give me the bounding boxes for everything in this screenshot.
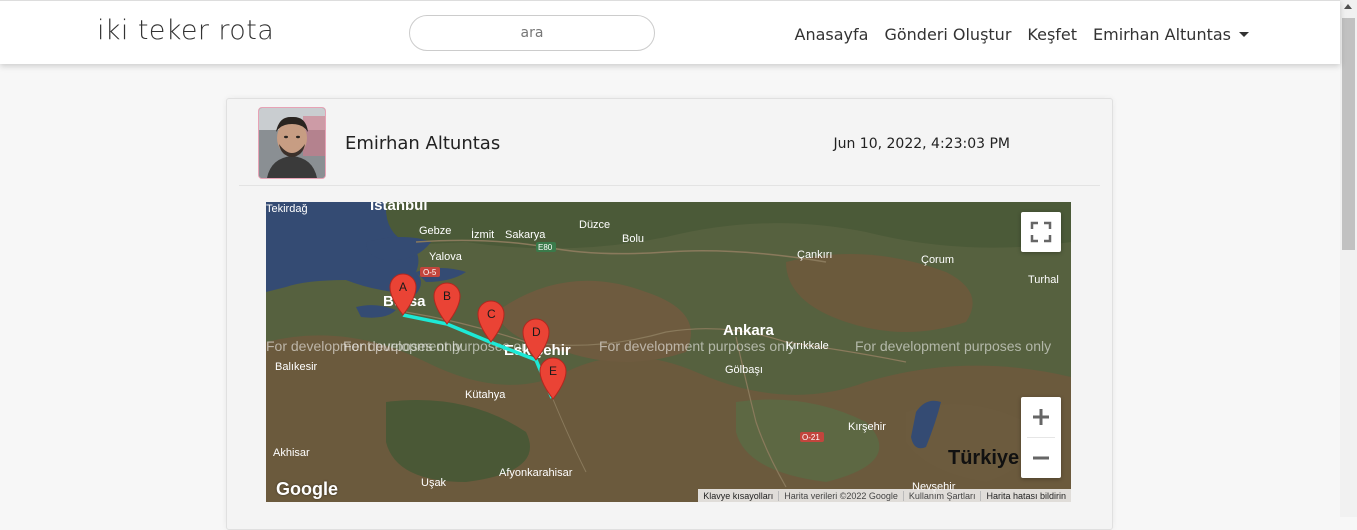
svg-text:E80: E80 xyxy=(538,243,553,252)
map-data-credit: Harita verileri ©2022 Google xyxy=(778,490,903,501)
zoom-out-button[interactable] xyxy=(1021,438,1061,478)
svg-text:İzmit: İzmit xyxy=(471,228,494,241)
map-watermark-3: For development purposes only xyxy=(599,338,795,354)
fullscreen-button[interactable] xyxy=(1021,212,1061,252)
svg-text:C: C xyxy=(487,307,496,321)
scroll-up-arrow-icon[interactable] xyxy=(1344,4,1352,9)
nav-links: Anasayfa Gönderi Oluştur Keşfet Emirhan … xyxy=(795,25,1249,44)
fullscreen-icon xyxy=(1030,221,1052,243)
plus-icon xyxy=(1033,409,1049,425)
svg-text:Çorum: Çorum xyxy=(921,254,954,266)
nav-home-link[interactable]: Anasayfa xyxy=(795,25,869,44)
svg-text:Kütahya: Kütahya xyxy=(465,389,506,401)
svg-text:Tekirdağ: Tekirdağ xyxy=(266,203,308,215)
svg-text:Afyonkarahisar: Afyonkarahisar xyxy=(499,467,573,479)
user-menu-dropdown[interactable]: Emirhan Altuntas xyxy=(1093,25,1249,44)
svg-text:E: E xyxy=(549,364,557,378)
map-attribution: Klavye kısayolları Harita verileri ©2022… xyxy=(698,489,1071,502)
svg-text:Gölbaşı: Gölbaşı xyxy=(725,364,763,376)
svg-text:Balıkesir: Balıkesir xyxy=(275,361,318,373)
post-author-name[interactable]: Emirhan Altuntas xyxy=(345,133,500,154)
svg-text:Sakarya: Sakarya xyxy=(505,229,546,241)
minus-icon xyxy=(1033,456,1049,460)
divider xyxy=(239,185,1100,186)
svg-text:Ankara: Ankara xyxy=(723,322,775,339)
svg-text:Akhisar: Akhisar xyxy=(273,447,310,459)
nav-explore-link[interactable]: Keşfet xyxy=(1027,25,1077,44)
map-watermark-4: For development purposes only xyxy=(855,338,1051,354)
zoom-control xyxy=(1021,397,1061,478)
google-logo[interactable]: Google xyxy=(276,479,338,500)
avatar[interactable] xyxy=(258,107,326,179)
svg-text:Gebze: Gebze xyxy=(419,225,451,237)
svg-text:Uşak: Uşak xyxy=(421,477,447,489)
navbar: iki teker rota Anasayfa Gönderi Oluştur … xyxy=(0,0,1340,64)
post-timestamp: Jun 10, 2022, 4:23:03 PM xyxy=(833,136,1010,152)
report-map-error-link[interactable]: Harita hatası bildirin xyxy=(980,490,1071,501)
zoom-in-button[interactable] xyxy=(1021,397,1061,437)
svg-text:B: B xyxy=(443,289,451,303)
user-menu-label: Emirhan Altuntas xyxy=(1093,25,1231,44)
route-map[interactable]: Tekirdağ İstanbul Gebze İzmit Sakarya Dü… xyxy=(266,202,1071,502)
caret-down-icon xyxy=(1239,32,1249,37)
svg-text:İstanbul: İstanbul xyxy=(370,202,428,214)
map-canvas[interactable]: Tekirdağ İstanbul Gebze İzmit Sakarya Dü… xyxy=(266,202,1071,502)
svg-text:O-21: O-21 xyxy=(802,433,820,442)
svg-text:Düzce: Düzce xyxy=(579,219,610,231)
brand-logo[interactable]: iki teker rota xyxy=(97,15,274,46)
post-card: Emirhan Altuntas Jun 10, 2022, 4:23:03 P… xyxy=(226,98,1113,530)
nav-create-post-link[interactable]: Gönderi Oluştur xyxy=(884,25,1011,44)
svg-text:Bolu: Bolu xyxy=(622,233,644,245)
terms-of-use-link[interactable]: Kullanım Şartları xyxy=(902,490,981,501)
search-input[interactable] xyxy=(409,15,655,51)
svg-text:Yalova: Yalova xyxy=(429,251,463,263)
svg-text:A: A xyxy=(399,280,407,294)
keyboard-shortcuts-link[interactable]: Klavye kısayolları xyxy=(698,491,778,501)
svg-text:O-5: O-5 xyxy=(423,268,437,277)
svg-text:Turhal: Turhal xyxy=(1028,274,1059,286)
svg-text:Çankırı: Çankırı xyxy=(797,249,832,261)
svg-text:D: D xyxy=(532,325,541,339)
scrollbar-thumb[interactable] xyxy=(1342,18,1355,250)
svg-text:Türkiye: Türkiye xyxy=(948,447,1019,469)
map-watermark-2: For development purposes only xyxy=(343,338,539,354)
page-scrollbar[interactable] xyxy=(1340,0,1357,517)
svg-text:Kırşehir: Kırşehir xyxy=(848,421,886,433)
